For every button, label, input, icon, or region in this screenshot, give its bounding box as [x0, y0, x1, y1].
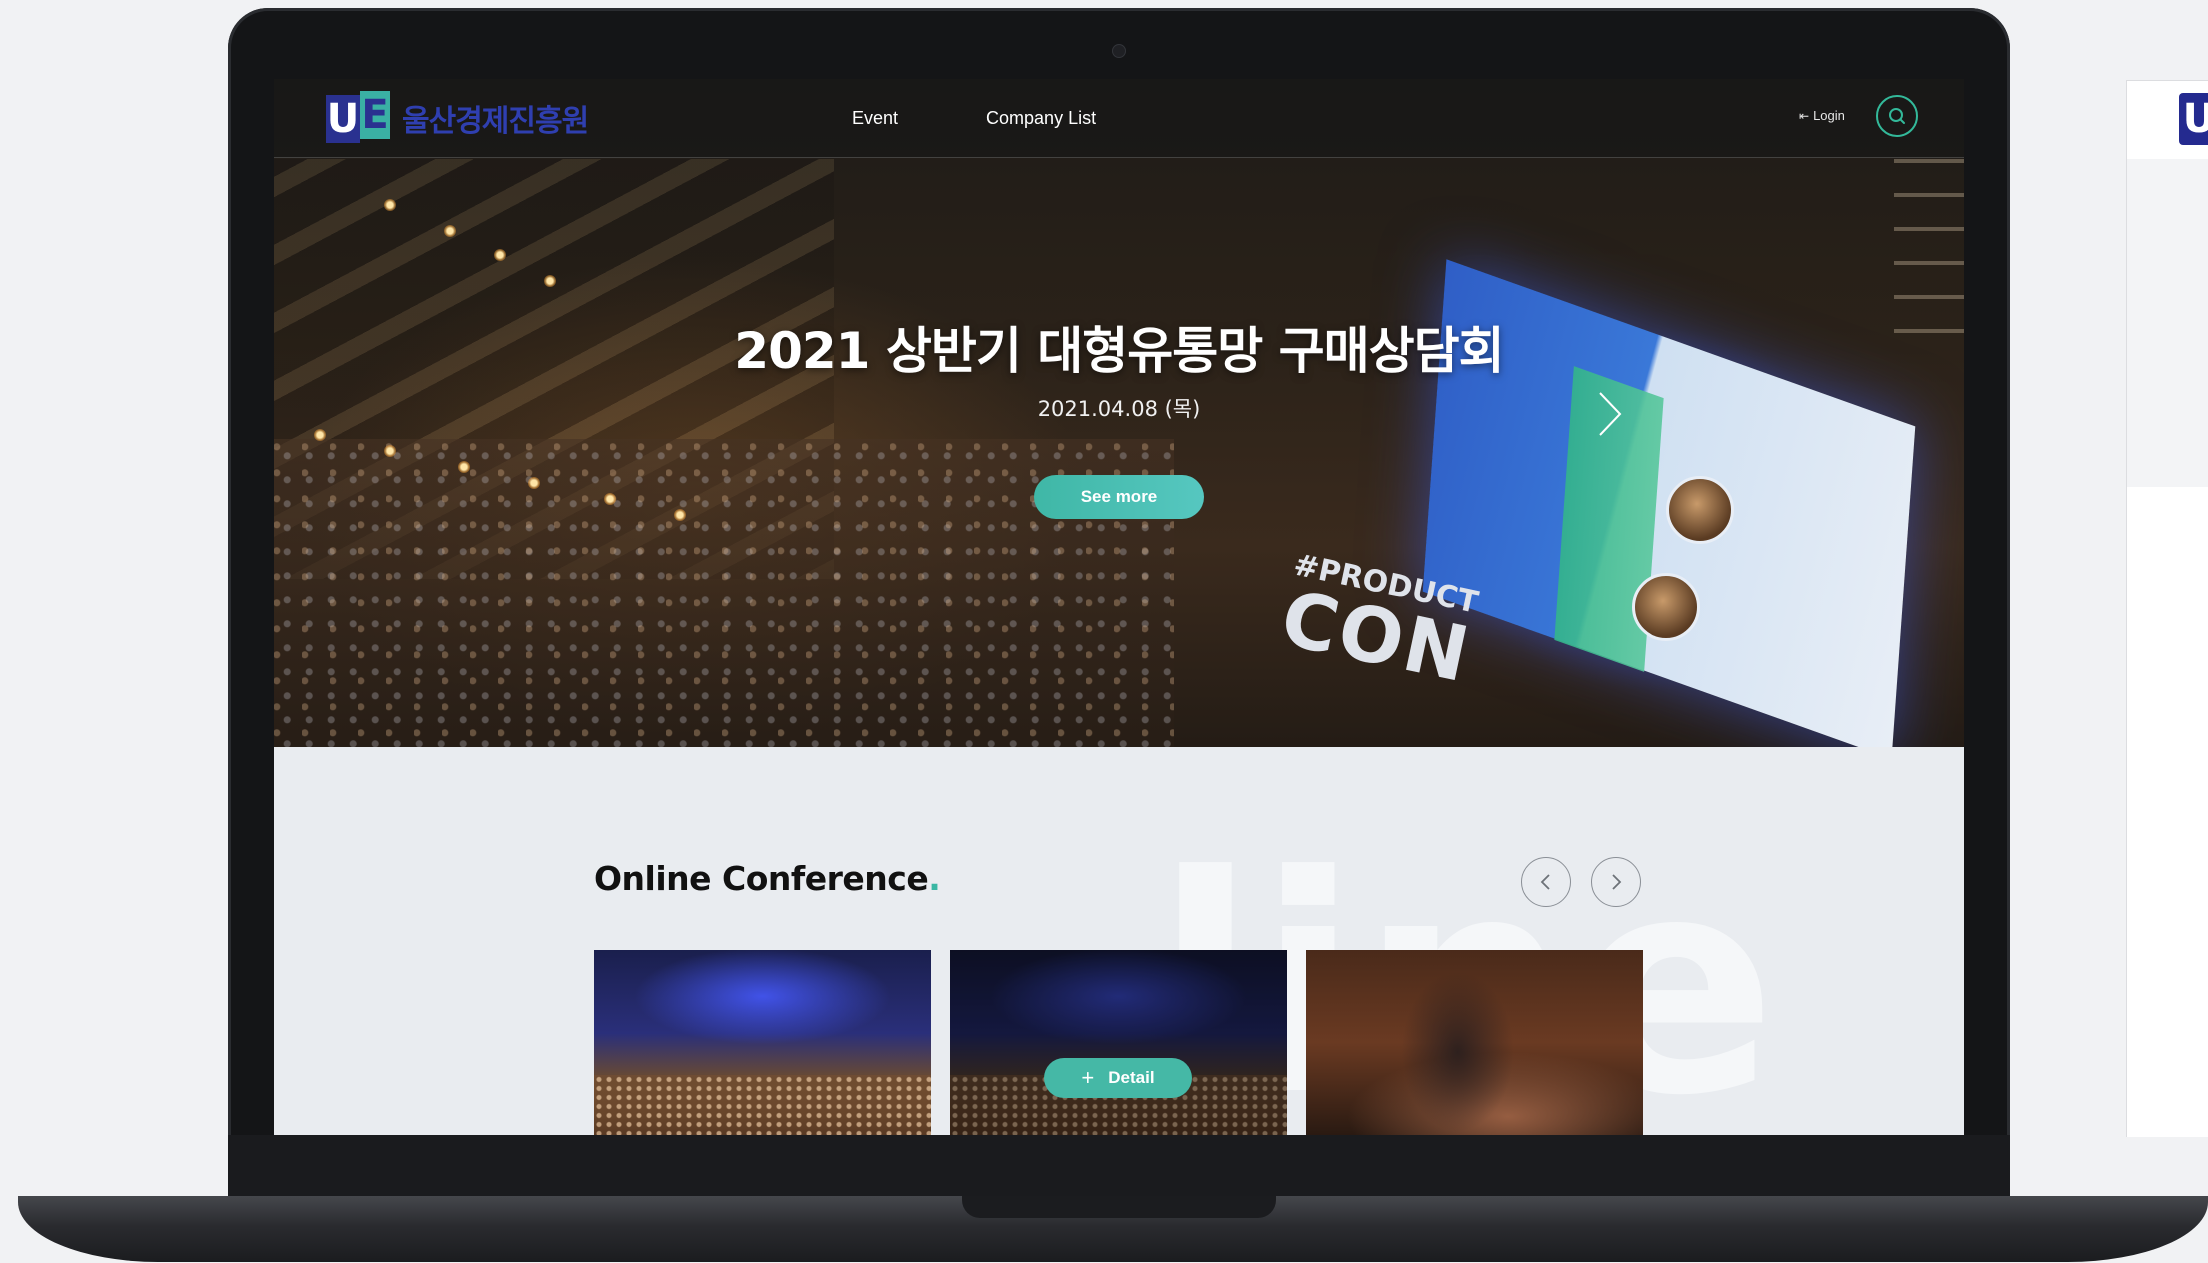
conference-card[interactable] — [594, 950, 931, 1135]
search-button[interactable] — [1876, 95, 1918, 137]
login-label: Login — [1813, 108, 1845, 123]
nav-item-event[interactable]: Event — [852, 108, 898, 129]
hero-date: 2021.04.08 (목) — [1037, 397, 1201, 421]
login-link[interactable]: ⇤ Login — [1799, 108, 1845, 123]
camera-icon — [1112, 44, 1126, 58]
section-title-text: Online Conference — [594, 859, 929, 898]
logo-text: 울산경제진흥원 — [402, 104, 589, 139]
site-header: U E 울산경제진흥원 Event Company List ⇤ Login — [274, 79, 1964, 158]
conference-card[interactable]: + Detail — [950, 950, 1287, 1135]
chevron-right-icon — [1599, 392, 1622, 436]
search-icon — [1889, 108, 1905, 124]
site-logo[interactable]: U E 울산경제진흥원 — [326, 91, 589, 145]
main-nav: Event Company List — [852, 79, 1096, 157]
secondary-logo: U — [2179, 93, 2208, 145]
hero-title: 2021 상반기 대형유통망 구매상담회 — [734, 322, 1504, 380]
detail-label: Detail — [1108, 1068, 1155, 1087]
card-image-audience — [594, 1075, 931, 1135]
login-icon: ⇤ — [1799, 108, 1810, 123]
detail-button[interactable]: + Detail — [1044, 1058, 1192, 1098]
hero-next-arrow[interactable] — [1594, 389, 1624, 439]
laptop-bezel — [228, 1135, 2010, 1198]
speaker-photo — [1632, 573, 1700, 641]
laptop-notch — [962, 1196, 1276, 1218]
lamp-icon — [384, 445, 396, 457]
chevron-right-icon — [1612, 874, 1622, 890]
online-conference-section: line Online Conference. + Detail — [274, 747, 1964, 1135]
section-title: Online Conference. — [594, 859, 941, 898]
lamp-icon — [494, 249, 506, 261]
lamp-icon — [444, 225, 456, 237]
chevron-left-icon — [1540, 874, 1550, 890]
secondary-panel — [2127, 159, 2208, 487]
lamp-icon — [384, 199, 396, 211]
logo-mark: U E — [326, 91, 394, 145]
plus-icon: + — [1081, 1065, 1095, 1090]
lamp-icon — [674, 509, 686, 521]
logo-letter-u: U — [326, 95, 360, 143]
hero-banner: #PRODUCT CON U E 울산경제진흥원 Event Company L… — [274, 79, 1964, 747]
lamp-icon — [314, 429, 326, 441]
conference-card[interactable] — [1306, 950, 1643, 1135]
secondary-header: U — [2127, 81, 2208, 160]
lamp-icon — [528, 477, 540, 489]
lamp-icon — [604, 493, 616, 505]
carousel-next-button[interactable] — [1591, 857, 1641, 907]
speaker-photo — [1666, 476, 1734, 544]
lamp-icon — [544, 275, 556, 287]
section-title-dot: . — [928, 859, 941, 898]
nav-item-company-list[interactable]: Company List — [986, 108, 1096, 129]
laptop-screen: #PRODUCT CON U E 울산경제진흥원 Event Company L… — [274, 79, 1964, 1135]
secondary-device-frame: U — [2126, 80, 2208, 1137]
carousel-prev-button[interactable] — [1521, 857, 1571, 907]
lamp-icon — [458, 461, 470, 473]
see-more-button[interactable]: See more — [1034, 475, 1204, 519]
logo-letter-e: E — [360, 91, 390, 139]
